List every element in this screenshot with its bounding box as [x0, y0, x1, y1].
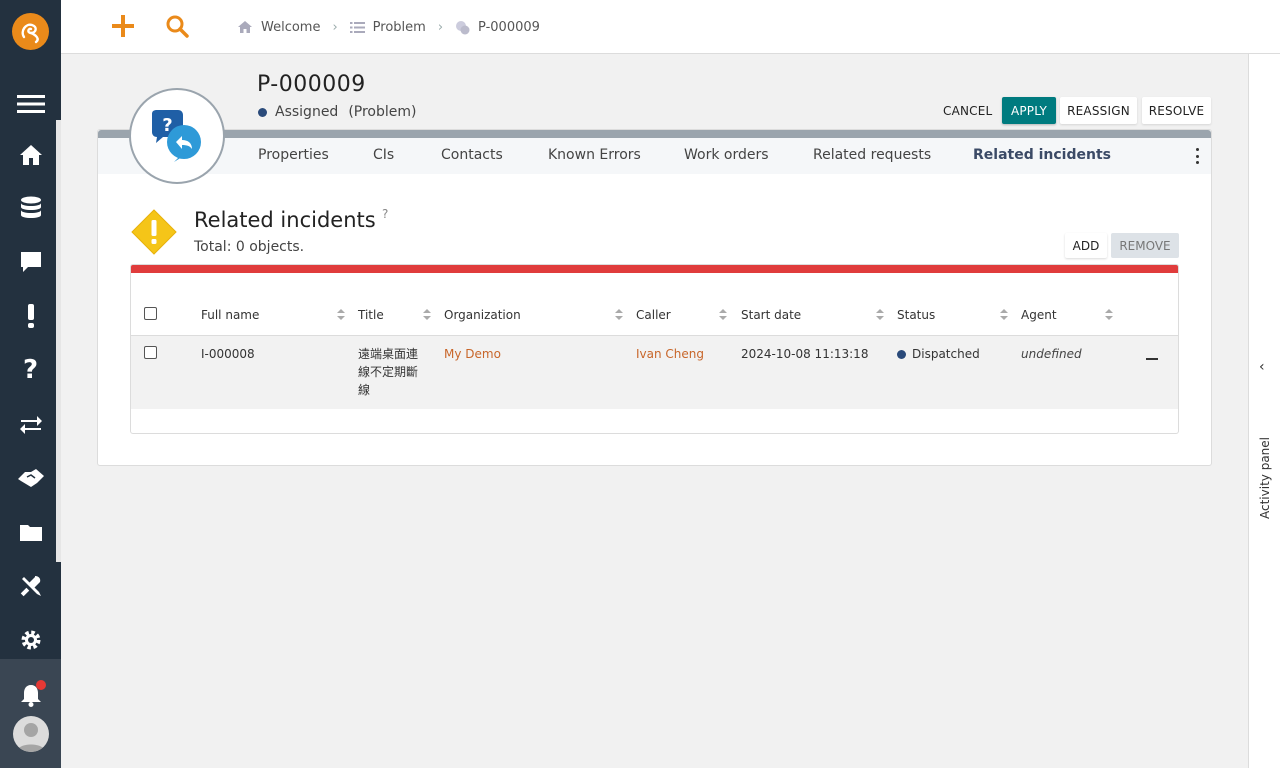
remove-row-icon[interactable] [1146, 358, 1158, 360]
column-header-title[interactable]: Title [358, 308, 384, 322]
column-header-agent[interactable]: Agent [1021, 308, 1057, 322]
problem-type-icon: ? [129, 88, 225, 184]
table-row[interactable]: I-000008 遠端桌面連線不定期斷線 My Demo Ivan Cheng … [131, 336, 1178, 409]
avatar[interactable] [13, 716, 49, 752]
transfer-icon[interactable] [14, 409, 47, 439]
breadcrumb-item-current: P-000009 [455, 20, 540, 35]
reassign-button[interactable]: REASSIGN [1060, 97, 1137, 124]
nav-scrollbar[interactable] [56, 120, 61, 562]
tab-contacts[interactable]: Contacts [441, 147, 503, 163]
notification-badge [36, 680, 46, 690]
sort-icon[interactable] [1000, 309, 1008, 321]
column-header-start-date[interactable]: Start date [741, 308, 801, 322]
sort-icon[interactable] [876, 309, 884, 321]
tools-icon[interactable] [14, 571, 47, 601]
add-icon[interactable] [109, 12, 137, 40]
sort-icon[interactable] [615, 309, 623, 321]
folder-icon[interactable] [14, 517, 47, 547]
tab-related-requests[interactable]: Related requests [813, 147, 931, 163]
section-title: Related incidents [194, 208, 376, 232]
card-top-strip [98, 130, 1211, 138]
help-icon[interactable]: ? [382, 207, 388, 221]
problem-icon [456, 20, 470, 34]
menu-icon[interactable] [14, 89, 47, 119]
column-header-organization[interactable]: Organization [444, 308, 521, 322]
breadcrumb-item-problem[interactable]: Problem [349, 19, 426, 35]
cell-organization[interactable]: My Demo [444, 347, 501, 361]
cancel-button[interactable]: CANCEL [934, 97, 1001, 124]
sort-icon[interactable] [337, 309, 345, 321]
resolve-button[interactable]: RESOLVE [1142, 97, 1211, 124]
status-dot [897, 350, 906, 359]
exclamation-icon[interactable] [14, 301, 47, 331]
sort-icon[interactable] [423, 309, 431, 321]
home-icon[interactable] [14, 140, 47, 170]
ticket-type: (Problem) [348, 104, 417, 120]
home-icon [238, 21, 252, 33]
status-label: Dispatched [912, 347, 980, 361]
tab-properties[interactable]: Properties [258, 147, 329, 163]
database-icon[interactable] [14, 193, 47, 223]
handshake-icon[interactable] [14, 463, 47, 493]
page-title: P-000009 [257, 72, 366, 97]
cell-full-name[interactable]: I-000008 [201, 347, 255, 361]
activity-panel-label: Activity panel [1258, 437, 1272, 519]
app-logo[interactable] [12, 13, 49, 50]
logo-icon [21, 23, 39, 43]
cell-caller[interactable]: Ivan Cheng [636, 347, 704, 361]
table-accent-bar [131, 265, 1178, 273]
left-navigation: ? [0, 0, 61, 768]
status-label: Assigned [275, 104, 339, 120]
top-bar: Welcome › Problem › P-000009 [61, 0, 1280, 54]
gear-icon[interactable] [14, 625, 47, 655]
cell-start-date: 2024-10-08 11:13:18 [741, 347, 869, 361]
apply-button[interactable]: APPLY [1002, 97, 1056, 124]
tab-bar: Properties CIs Contacts Known Errors Wor… [98, 138, 1211, 174]
question-icon[interactable]: ? [14, 355, 47, 385]
list-icon [349, 21, 365, 33]
column-header-status[interactable]: Status [897, 308, 935, 322]
add-button[interactable]: ADD [1065, 233, 1107, 258]
breadcrumb-label: Welcome [261, 19, 321, 35]
ticket-status: Assigned (Problem) [258, 104, 417, 120]
warning-icon [131, 209, 177, 255]
select-all-checkbox[interactable] [144, 307, 157, 320]
tab-known-errors[interactable]: Known Errors [548, 147, 641, 163]
sort-icon[interactable] [719, 309, 727, 321]
column-header-caller[interactable]: Caller [636, 308, 671, 322]
tab-work-orders[interactable]: Work orders [684, 147, 769, 163]
chevron-right-icon: › [332, 19, 338, 35]
search-icon[interactable] [163, 12, 191, 40]
row-checkbox[interactable] [144, 346, 157, 359]
breadcrumb-label: Problem [372, 19, 426, 35]
status-dot [258, 107, 267, 117]
breadcrumb: Welcome › Problem › P-000009 [237, 18, 540, 36]
chevron-right-icon: › [437, 19, 444, 35]
chat-icon[interactable] [14, 247, 47, 277]
cell-status: Dispatched [897, 347, 980, 361]
related-incidents-table: Full name Title Organization Caller Star… [130, 264, 1179, 434]
object-count: Total: 0 objects. [194, 239, 305, 255]
sort-icon[interactable] [1105, 309, 1113, 321]
remove-button[interactable]: REMOVE [1111, 233, 1179, 258]
activity-panel[interactable]: ‹ Activity panel [1248, 54, 1280, 768]
breadcrumb-label: P-000009 [478, 19, 540, 35]
chevron-left-icon[interactable]: ‹ [1259, 359, 1265, 375]
cell-agent: undefined [1021, 347, 1082, 361]
more-options-icon[interactable] [1195, 148, 1199, 164]
tab-cis[interactable]: CIs [373, 147, 394, 163]
breadcrumb-item-welcome[interactable]: Welcome [237, 20, 320, 35]
tab-related-incidents[interactable]: Related incidents [973, 147, 1111, 163]
column-header-full-name[interactable]: Full name [201, 308, 259, 322]
cell-title: 遠端桌面連線不定期斷線 [358, 347, 419, 397]
